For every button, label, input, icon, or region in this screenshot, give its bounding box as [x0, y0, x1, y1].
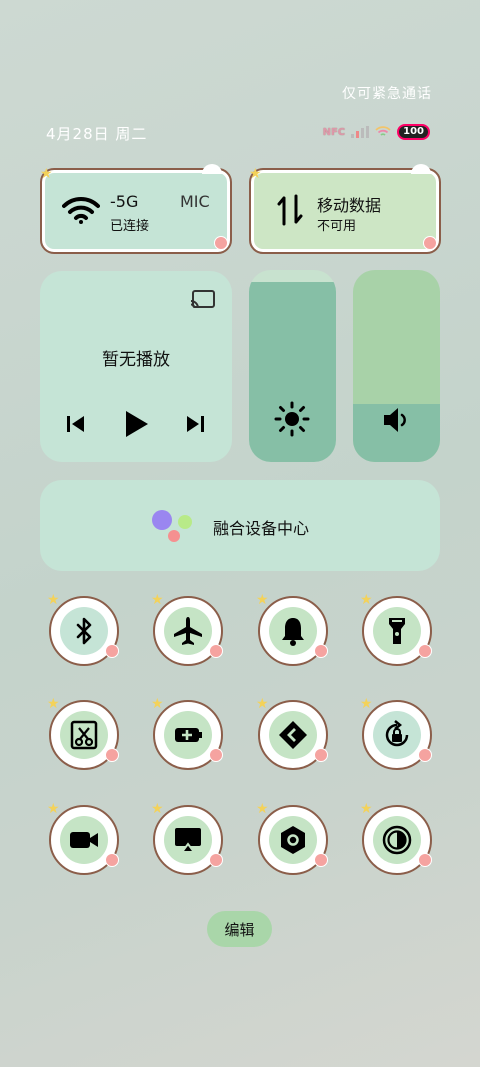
toggle-icon-bg — [60, 816, 108, 864]
star-decoration-icon: ★ — [47, 696, 60, 712]
play-icon[interactable] — [124, 409, 150, 439]
flower-decoration-icon — [418, 853, 432, 867]
flower-decoration-icon — [418, 748, 432, 762]
next-track-icon[interactable] — [185, 414, 205, 434]
wifi-status: 已连接 — [110, 219, 150, 234]
toggle-icon-bg — [269, 607, 317, 655]
quick-toggle-dark-mode[interactable]: ★ — [360, 801, 432, 875]
mobile-data-card[interactable]: ★ 移动数据 不可用 — [249, 164, 441, 254]
flashlight-icon — [389, 618, 405, 644]
toggle-icon-bg — [60, 711, 108, 759]
toggle-icon-bg — [373, 816, 421, 864]
flower-decoration-icon — [314, 748, 328, 762]
wifi-icon — [62, 196, 100, 224]
volume-slider[interactable] — [353, 270, 440, 462]
star-decoration-icon: ★ — [256, 696, 269, 712]
brightness-slider[interactable] — [249, 270, 336, 462]
star-decoration-icon: ★ — [249, 166, 262, 182]
toggle-icon-bg — [269, 711, 317, 759]
flower-decoration-icon — [209, 644, 223, 658]
quick-toggle-screen-cast[interactable]: ★ — [151, 801, 223, 875]
flower-decoration-icon — [314, 644, 328, 658]
quick-toggle-flashlight[interactable]: ★ — [360, 592, 432, 666]
media-title: 暂无播放 — [102, 350, 170, 370]
flower-decoration-icon — [105, 748, 119, 762]
wifi-status-icon — [375, 126, 391, 136]
star-decoration-icon: ★ — [256, 801, 269, 817]
quick-toggle-rotation-lock[interactable]: ★ — [360, 696, 432, 770]
star-decoration-icon: ★ — [360, 592, 373, 608]
star-decoration-icon: ★ — [40, 166, 53, 182]
cast-icon[interactable] — [190, 289, 216, 311]
star-decoration-icon: ★ — [256, 592, 269, 608]
date-label: 4月28日 周二 — [46, 125, 148, 143]
toggle-icon-bg — [373, 607, 421, 655]
wifi-network-name: -5G — [110, 192, 139, 211]
status-icons: NFC 100 — [323, 124, 430, 140]
toggle-icon-bg — [269, 816, 317, 864]
data-transfer-icon — [277, 194, 303, 226]
wifi-card[interactable]: ★ -5G MIC 已连接 — [40, 164, 232, 254]
screenshot-scissors-icon — [70, 720, 98, 750]
quick-toggle-airplane[interactable]: ★ — [151, 592, 223, 666]
quick-toggle-screen-record[interactable]: ★ — [47, 801, 119, 875]
signal-icon — [351, 126, 370, 138]
fusion-device-center[interactable]: 融合设备中心 — [40, 480, 440, 571]
toggle-icon-bg — [60, 607, 108, 655]
quick-toggle-bluetooth[interactable]: ★ — [47, 592, 119, 666]
star-decoration-icon: ★ — [151, 592, 164, 608]
flower-decoration-icon — [105, 853, 119, 867]
bell-icon — [282, 618, 304, 646]
quick-toggle-settings-hex[interactable]: ★ — [256, 801, 328, 875]
bluetooth-icon — [76, 617, 92, 645]
dark-mode-icon — [382, 825, 412, 855]
flower-decoration-icon — [423, 236, 437, 250]
airplane-icon — [174, 617, 202, 645]
wifi-network-name-extra: MIC — [180, 192, 210, 211]
battery-indicator: 100 — [397, 124, 430, 140]
speaker-icon — [384, 408, 406, 432]
quick-toggle-screenshot-scissors[interactable]: ★ — [47, 696, 119, 770]
nfc-icon: NFC — [322, 126, 346, 138]
flower-decoration-icon — [209, 853, 223, 867]
flower-decoration-icon — [214, 236, 228, 250]
flower-decoration-icon — [314, 853, 328, 867]
star-decoration-icon: ★ — [151, 696, 164, 712]
star-decoration-icon: ★ — [360, 696, 373, 712]
quick-toggle-battery-saver[interactable]: ★ — [151, 696, 223, 770]
toggle-icon-bg — [373, 711, 421, 759]
flower-decoration-icon — [209, 748, 223, 762]
quick-toggle-share[interactable]: ★ — [256, 696, 328, 770]
fusion-logo-icon — [152, 510, 192, 544]
flower-decoration-icon — [105, 644, 119, 658]
screen-record-icon — [70, 832, 98, 848]
battery-saver-icon — [175, 728, 202, 742]
share-icon — [279, 721, 307, 749]
star-decoration-icon: ★ — [360, 801, 373, 817]
rotation-lock-icon — [385, 720, 409, 747]
toggle-icon-bg — [164, 711, 212, 759]
mobile-data-status: 不可用 — [317, 219, 357, 234]
star-decoration-icon: ★ — [47, 801, 60, 817]
fusion-label: 融合设备中心 — [213, 519, 310, 538]
brightness-icon — [274, 401, 310, 437]
flower-decoration-icon — [418, 644, 432, 658]
emergency-call-status: 仅可紧急通话 — [342, 86, 432, 102]
quick-toggle-bell[interactable]: ★ — [256, 592, 328, 666]
media-player-card[interactable]: 暂无播放 — [40, 271, 232, 462]
toggle-icon-bg — [164, 607, 212, 655]
sprout-decoration — [202, 164, 222, 174]
star-decoration-icon: ★ — [151, 801, 164, 817]
star-decoration-icon: ★ — [47, 592, 60, 608]
settings-hex-icon — [281, 826, 305, 854]
mobile-data-title: 移动数据 — [317, 196, 382, 215]
screen-cast-icon — [175, 828, 201, 853]
previous-track-icon[interactable] — [66, 414, 86, 434]
toggle-icon-bg — [164, 816, 212, 864]
edit-button[interactable]: 编辑 — [207, 911, 272, 947]
sprout-decoration — [411, 164, 431, 174]
